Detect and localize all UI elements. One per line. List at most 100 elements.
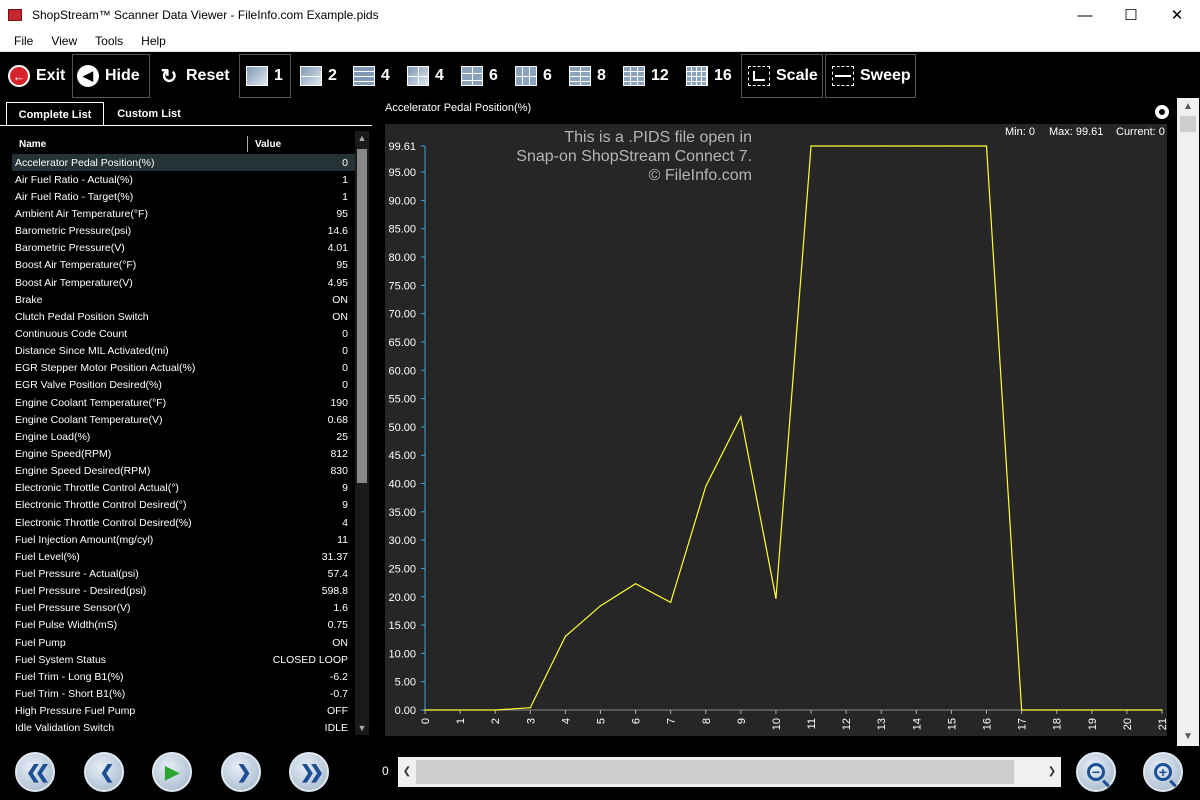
layout-1-button[interactable]: 1 <box>239 54 291 98</box>
list-item[interactable]: Electronic Throttle Control Desired(°) 9 <box>12 497 356 514</box>
list-item[interactable]: Boost Air Temperature(V) 4.95 <box>12 274 356 291</box>
column-divider[interactable] <box>247 136 248 152</box>
play-button[interactable]: ▶ <box>152 752 192 792</box>
maximize-button[interactable]: ☐ <box>1108 0 1154 30</box>
list-scroll-thumb[interactable] <box>357 149 367 483</box>
list-item[interactable]: Engine Load(%) 25 <box>12 428 356 445</box>
parameter-value: 4.95 <box>327 276 348 289</box>
list-item[interactable]: Distance Since MIL Activated(mi) 0 <box>12 343 356 360</box>
list-item[interactable]: Fuel Pulse Width(mS) 0.75 <box>12 617 356 634</box>
close-button[interactable]: ✕ <box>1154 0 1200 30</box>
minimize-button[interactable]: — <box>1062 0 1108 30</box>
tab-complete-list[interactable]: Complete List <box>6 102 104 126</box>
scroll-down-icon[interactable]: ▼ <box>355 721 369 735</box>
graph-scroll-up-icon[interactable]: ▲ <box>1177 98 1199 116</box>
list-item[interactable]: Continuous Code Count 0 <box>12 325 356 342</box>
zoom-out-button[interactable]: − <box>1076 752 1116 792</box>
parameter-name: Continuous Code Count <box>15 327 128 340</box>
layout-6-alt-button[interactable]: 6 <box>515 53 552 99</box>
layout-4-grid-button[interactable]: 4 <box>407 53 444 99</box>
list-item[interactable]: Ambient Air Temperature(°F) 95 <box>12 205 356 222</box>
list-item[interactable]: Fuel Trim - Short B1(%) -0.7 <box>12 685 356 702</box>
graph-scroll-thumb[interactable] <box>1180 116 1196 132</box>
timeline-scrollbar[interactable]: ❮ ❯ <box>398 757 1061 787</box>
parameter-name: EGR Stepper Motor Position Actual(%) <box>15 362 196 375</box>
list-item[interactable]: Engine Coolant Temperature(V) 0.68 <box>12 411 356 428</box>
layout-12-button[interactable]: 12 <box>623 53 669 99</box>
list-item[interactable]: Fuel Pressure Sensor(V) 1.6 <box>12 600 356 617</box>
menu-view[interactable]: View <box>42 34 86 48</box>
list-item[interactable]: Air Fuel Ratio - Target(%) 1 <box>12 188 356 205</box>
menu-tools[interactable]: Tools <box>86 34 132 48</box>
list-item[interactable]: Clutch Pedal Position Switch ON <box>12 308 356 325</box>
x-tick-label: 2 <box>490 718 502 724</box>
list-item[interactable]: Fuel Pump ON <box>12 634 356 651</box>
list-item[interactable]: Boost Air Temperature(°F) 95 <box>12 257 356 274</box>
menu-file[interactable]: File <box>0 34 42 48</box>
x-tick-label: 3 <box>525 718 537 724</box>
timeline-left-icon[interactable]: ❮ <box>398 757 416 787</box>
list-tabs: Complete List Custom List <box>0 102 372 126</box>
data-point <box>634 583 637 585</box>
layout-16-button[interactable]: 16 <box>686 53 732 99</box>
list-item[interactable]: EGR Stepper Motor Position Actual(%) 0 <box>12 360 356 377</box>
timeline-right-icon[interactable]: ❯ <box>1043 757 1061 787</box>
scroll-up-icon[interactable]: ▲ <box>355 131 369 145</box>
list-item[interactable]: Idle Validation Switch IDLE <box>12 720 356 737</box>
tab-custom-list[interactable]: Custom List <box>110 102 188 126</box>
scale-button[interactable]: Scale <box>741 54 823 98</box>
list-item[interactable]: Engine Coolant Temperature(°F) 190 <box>12 394 356 411</box>
list-scrollbar[interactable]: ▲ ▼ <box>355 131 369 735</box>
data-point <box>424 709 426 711</box>
list-item[interactable]: Fuel Pressure - Actual(psi) 57.4 <box>12 565 356 582</box>
data-point <box>775 597 777 600</box>
list-item[interactable]: Fuel Pressure - Desired(psi) 598.8 <box>12 583 356 600</box>
y-tick-label: 95.00 <box>388 167 416 179</box>
layout-6-button[interactable]: 6 <box>461 53 498 99</box>
step-forward-button[interactable]: ❯ <box>221 752 261 792</box>
graph-scroll-down-icon[interactable]: ▼ <box>1177 728 1199 746</box>
layout-4-rows-button[interactable]: 4 <box>353 53 390 99</box>
list-item[interactable]: Fuel Level(%) 31.37 <box>12 548 356 565</box>
reset-button[interactable]: ↻ Reset <box>158 53 230 99</box>
timeline-thumb[interactable] <box>416 760 1014 784</box>
list-item[interactable]: Fuel System Status CLOSED LOOP <box>12 651 356 668</box>
list-item[interactable]: Barometric Pressure(psi) 14.6 <box>12 223 356 240</box>
column-header-value[interactable]: Value <box>255 139 281 150</box>
list-item[interactable]: Brake ON <box>12 291 356 308</box>
zoom-in-button[interactable]: + <box>1143 752 1183 792</box>
exit-button[interactable]: ← Exit <box>8 53 65 99</box>
x-tick-label: 17 <box>1017 718 1029 730</box>
graph-options-icon[interactable] <box>1155 105 1169 119</box>
list-item[interactable]: High Pressure Fuel Pump OFF <box>12 703 356 720</box>
x-tick-label: 0 <box>420 718 432 724</box>
layout-2-button[interactable]: 2 <box>300 53 337 99</box>
fast-forward-button[interactable]: ❯❯ <box>289 752 329 792</box>
menu-help[interactable]: Help <box>132 34 175 48</box>
list-item[interactable]: Barometric Pressure(V) 4.01 <box>12 240 356 257</box>
list-item[interactable]: Air Fuel Ratio - Actual(%) 1 <box>12 171 356 188</box>
graph-scrollbar[interactable]: ▲ ▼ <box>1177 98 1199 746</box>
parameter-value: ON <box>332 293 348 306</box>
parameter-value: 598.8 <box>321 585 348 598</box>
parameter-name: Electronic Throttle Control Actual(°) <box>15 482 179 495</box>
list-item[interactable]: Electronic Throttle Control Actual(°) 9 <box>12 480 356 497</box>
step-back-button[interactable]: ❮ <box>84 752 124 792</box>
hide-button[interactable]: ◀ Hide <box>72 54 150 98</box>
list-item[interactable]: Electronic Throttle Control Desired(%) 4 <box>12 514 356 531</box>
data-point <box>845 145 847 147</box>
list-item[interactable]: Fuel Injection Amount(mg/cyl) 11 <box>12 531 356 548</box>
parameter-list: Accelerator Pedal Position(%) 0 Air Fuel R… <box>12 154 356 738</box>
list-item[interactable]: Engine Speed Desired(RPM) 830 <box>12 463 356 480</box>
position-label: 0 <box>382 764 389 778</box>
list-item[interactable]: Engine Speed(RPM) 812 <box>12 445 356 462</box>
rewind-button[interactable]: ❮❮ <box>15 752 55 792</box>
column-header-name[interactable]: Name <box>19 139 46 150</box>
list-item[interactable]: Accelerator Pedal Position(%) 0 <box>12 154 356 172</box>
x-tick-label: 9 <box>736 718 748 724</box>
y-tick-label: 50.00 <box>388 422 416 434</box>
sweep-button[interactable]: Sweep <box>825 54 916 98</box>
layout-8-button[interactable]: 8 <box>569 53 606 99</box>
list-item[interactable]: EGR Valve Position Desired(%) 0 <box>12 377 356 394</box>
list-item[interactable]: Fuel Trim - Long B1(%) -6.2 <box>12 668 356 685</box>
